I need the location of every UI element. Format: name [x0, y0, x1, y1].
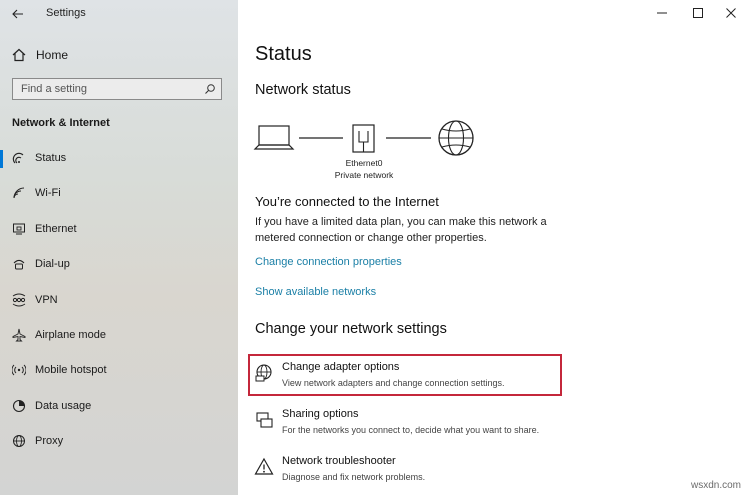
watermark: wsxdn.com: [690, 480, 741, 491]
sidebar-item-ethernet[interactable]: Ethernet: [0, 217, 238, 243]
airplane-icon: [12, 328, 26, 342]
search-input[interactable]: [13, 79, 201, 99]
network-type: Private network: [334, 170, 394, 180]
show-available-networks-link[interactable]: Show available networks: [255, 286, 376, 298]
option-title: Sharing options: [282, 408, 359, 420]
sharing-icon: [256, 412, 273, 428]
connected-heading: You’re connected to the Internet: [255, 194, 439, 209]
network-diagram: Ethernet0 Private network: [253, 118, 483, 188]
adapter-name: Ethernet0: [345, 158, 383, 168]
main-content: Status Network status Ethernet0 Private …: [238, 0, 749, 495]
sidebar-item-label: VPN: [35, 294, 58, 306]
status-icon: [12, 152, 24, 164]
option-description: For the networks you connect to, decide …: [282, 425, 540, 435]
network-troubleshooter-item[interactable]: Network troubleshooter Diagnose and fix …: [250, 450, 564, 492]
page-title: Status: [255, 43, 312, 65]
home-label: Home: [36, 48, 69, 62]
connected-text: If you have a limited data plan, you can…: [255, 216, 547, 244]
sidebar: Home Network & Internet Status: [0, 0, 238, 495]
sidebar-item-label: Mobile hotspot: [35, 364, 107, 376]
sidebar-item-wifi[interactable]: Wi-Fi: [0, 181, 238, 207]
highlight-box: [248, 354, 562, 396]
sidebar-item-label: Ethernet: [35, 223, 77, 235]
option-title: Network troubleshooter: [282, 455, 396, 467]
dialup-icon: [13, 259, 25, 270]
network-status-heading: Network status: [255, 82, 351, 98]
sidebar-item-label: Status: [35, 152, 67, 164]
sidebar-item-airplane[interactable]: Airplane mode: [0, 323, 238, 349]
globe-icon: [13, 435, 25, 447]
search-icon[interactable]: [204, 83, 216, 95]
sidebar-item-proxy[interactable]: Proxy: [0, 429, 238, 455]
wifi-icon: [13, 187, 25, 199]
vpn-icon: [12, 293, 26, 307]
sidebar-item-label: Wi-Fi: [35, 187, 61, 199]
internet-globe-icon: [438, 120, 474, 156]
home-nav-item[interactable]: Home: [0, 43, 238, 67]
hotspot-icon: [12, 364, 26, 376]
settings-window: Home Network & Internet Status: [0, 0, 749, 495]
sidebar-item-data-usage[interactable]: Data usage: [0, 394, 238, 420]
laptop-icon: [253, 125, 295, 150]
sidebar-item-label: Airplane mode: [35, 329, 106, 341]
sidebar-item-label: Data usage: [35, 400, 92, 412]
back-arrow-icon: [12, 9, 23, 19]
sidebar-item-label: Proxy: [35, 435, 64, 447]
sidebar-item-label: Dial-up: [35, 258, 70, 270]
sidebar-item-status[interactable]: Status: [0, 146, 238, 172]
window-title: Settings: [46, 7, 86, 19]
ethernet-adapter-icon: [352, 124, 375, 153]
ethernet-icon: [13, 223, 25, 235]
sidebar-item-hotspot[interactable]: Mobile hotspot: [0, 358, 238, 384]
back-button[interactable]: [6, 3, 30, 25]
change-settings-heading: Change your network settings: [255, 321, 447, 337]
section-title: Network & Internet: [12, 117, 110, 129]
sidebar-item-vpn[interactable]: VPN: [0, 288, 238, 314]
warning-icon: [254, 457, 274, 475]
sidebar-item-dialup[interactable]: Dial-up: [0, 252, 238, 278]
data-usage-icon: [12, 399, 26, 413]
option-description: Diagnose and fix network problems.: [282, 472, 426, 482]
change-connection-properties-link[interactable]: Change connection properties: [255, 256, 402, 268]
search-box[interactable]: [12, 78, 222, 100]
home-icon: [12, 48, 26, 62]
sharing-options-item[interactable]: Sharing options For the networks you con…: [250, 403, 564, 445]
